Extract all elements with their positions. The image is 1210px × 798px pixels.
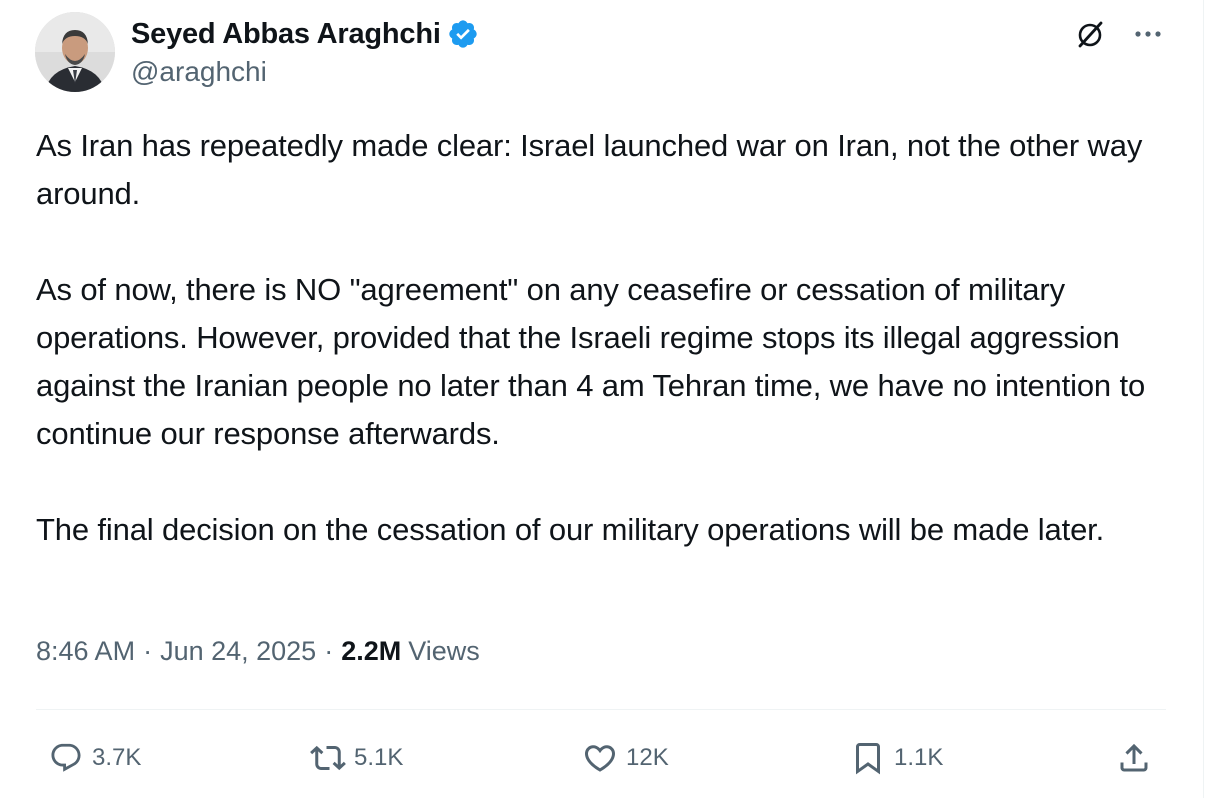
reply-button[interactable]: 3.7K xyxy=(48,736,141,780)
meta-separator: · xyxy=(143,636,153,666)
meta-separator: · xyxy=(324,636,334,666)
bookmark-button[interactable]: 1.1K xyxy=(850,736,943,780)
heart-icon xyxy=(582,740,618,776)
tweet-meta: 8:46 AM · Jun 24, 2025 · 2.2M Views xyxy=(36,636,480,667)
author-name-row[interactable]: Seyed Abbas Araghchi xyxy=(131,14,479,54)
repost-button[interactable]: 5.1K xyxy=(310,736,403,780)
tweet-paragraph: As Iran has repeatedly made clear: Israe… xyxy=(36,128,1143,211)
more-options-button[interactable] xyxy=(1128,14,1168,54)
tweet-date[interactable]: Jun 24, 2025 xyxy=(160,636,316,667)
like-button[interactable]: 12K xyxy=(582,736,669,780)
like-count: 12K xyxy=(626,744,669,771)
views-count[interactable]: 2.2M xyxy=(341,636,401,667)
bookmark-icon xyxy=(850,740,886,776)
tweet-card: Seyed Abbas Araghchi @araghchi As Iran h… xyxy=(0,0,1204,798)
repost-icon xyxy=(310,740,346,776)
repost-count: 5.1K xyxy=(354,744,404,771)
divider xyxy=(36,709,1166,710)
tweet-time[interactable]: 8:46 AM xyxy=(36,636,135,667)
more-options-icon xyxy=(1135,31,1161,37)
tweet-paragraph: The final decision on the cessation of o… xyxy=(36,512,1105,547)
avatar[interactable] xyxy=(35,12,115,92)
reply-icon xyxy=(48,740,84,776)
views-label[interactable]: Views xyxy=(408,636,480,667)
tweet-text: As Iran has repeatedly made clear: Israe… xyxy=(36,122,1166,554)
bookmark-count: 1.1K xyxy=(894,744,944,771)
tweet-paragraph: As of now, there is NO "agreement" on an… xyxy=(36,272,1146,451)
author-handle[interactable]: @araghchi xyxy=(131,56,267,88)
verified-badge-icon[interactable] xyxy=(447,18,479,50)
share-button[interactable] xyxy=(1116,736,1152,780)
author-display-name[interactable]: Seyed Abbas Araghchi xyxy=(131,18,441,51)
grok-button[interactable] xyxy=(1070,14,1110,54)
reply-count: 3.7K xyxy=(92,744,142,771)
share-icon xyxy=(1116,740,1152,776)
avatar-image xyxy=(35,12,115,92)
grok-icon xyxy=(1078,21,1103,48)
